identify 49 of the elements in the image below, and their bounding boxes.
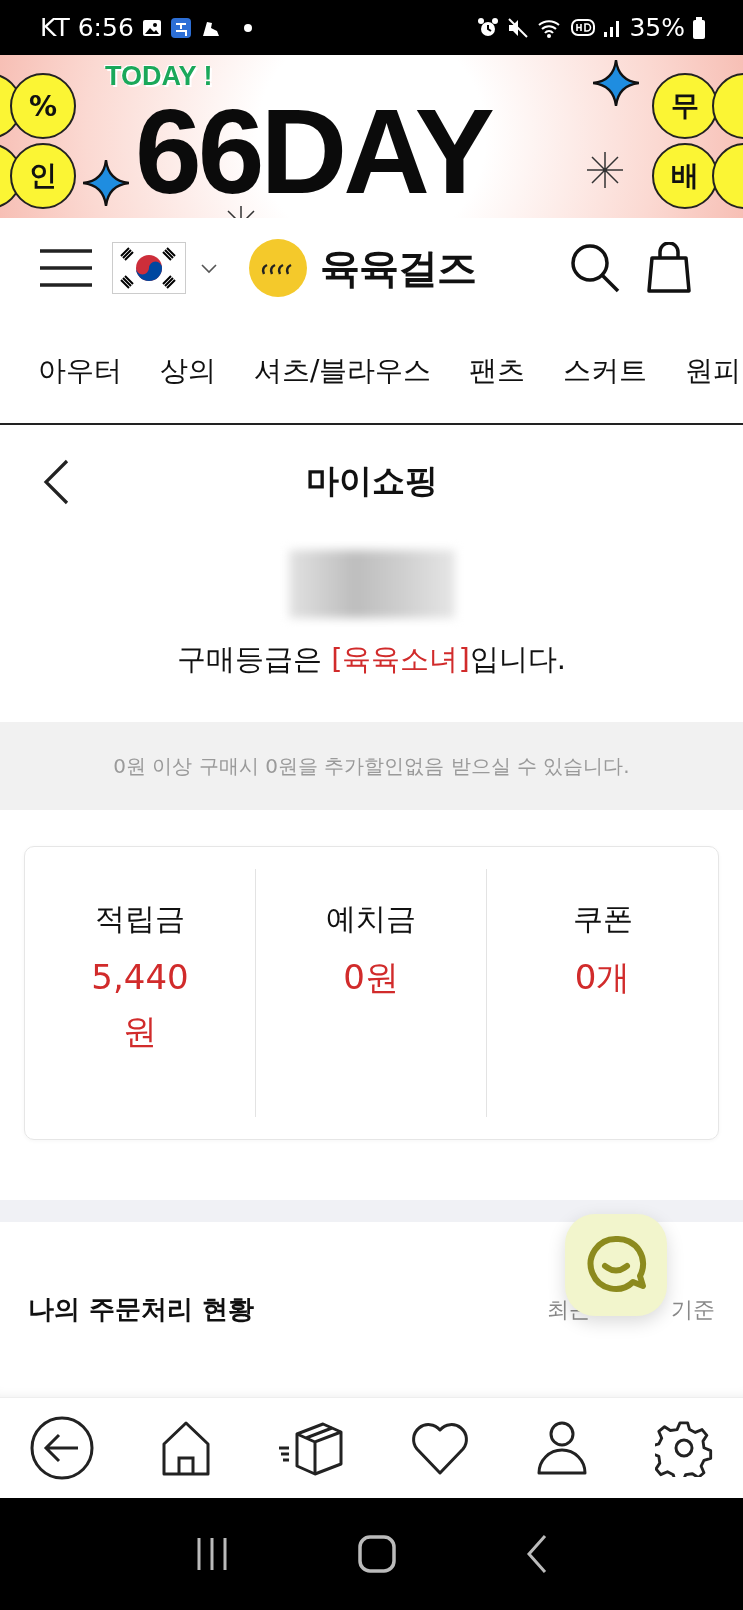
category-tab[interactable]: 아우터 — [38, 351, 122, 390]
period-caption: 기준 — [671, 1295, 715, 1324]
banner-tagline: TODAY ! — [105, 60, 213, 93]
settings-icon[interactable] — [654, 1419, 713, 1477]
promo-badge: % — [10, 73, 76, 139]
category-tab[interactable]: 스커트 — [563, 351, 648, 390]
back-icon[interactable] — [524, 1534, 549, 1574]
category-tab[interactable]: 팬츠 — [469, 351, 526, 390]
hd-icon — [571, 17, 596, 38]
home-button-icon[interactable] — [358, 1535, 397, 1573]
heart-icon[interactable] — [409, 1420, 470, 1476]
category-tab[interactable]: 상의 — [160, 351, 216, 390]
section-title: 나의 주문처리 현황 — [28, 1293, 256, 1326]
balance-value[interactable]: 5,440원 — [80, 950, 200, 1059]
balance-label: 적립금 — [95, 900, 185, 938]
sparkle-icon — [83, 160, 129, 206]
alarm-icon — [477, 16, 500, 39]
asterisk-icon — [585, 150, 625, 190]
category-tab[interactable]: 원피 — [685, 351, 742, 390]
mute-icon — [507, 16, 530, 39]
caret-icon[interactable] — [200, 262, 218, 274]
back-icon[interactable] — [42, 458, 70, 506]
person-icon[interactable] — [536, 1420, 589, 1476]
membership-grade-text: 구매등급은 [육육소녀]입니다. — [175, 641, 568, 678]
notice-text: 0원 이상 구매시 0원을 추가할인없음 받으실 수 있습니다. — [113, 752, 630, 780]
promo-banner[interactable]: % 인 무 배 TODAY ! 66DAY — [0, 55, 743, 218]
home-icon[interactable] — [160, 1420, 211, 1476]
status-time: KT 6:56 — [40, 13, 134, 42]
balance-value[interactable]: 0원 — [343, 950, 399, 1005]
balance-value[interactable]: 0개 — [574, 950, 631, 1005]
korean-flag-icon[interactable] — [112, 242, 186, 294]
search-icon[interactable] — [569, 242, 621, 294]
delivery-box-icon[interactable] — [277, 1420, 344, 1476]
battery-percent: 35% — [629, 13, 685, 42]
balance-label: 예치금 — [326, 900, 416, 938]
promo-badge: 인 — [10, 143, 76, 209]
balance-label: 쿠폰 — [572, 900, 633, 938]
page-title: 마이쇼핑 — [305, 460, 438, 502]
shopping-bag-icon[interactable] — [647, 242, 691, 294]
brand-name[interactable]: 육육걸즈 — [320, 240, 476, 296]
logo-icon[interactable] — [248, 238, 308, 298]
category-tab[interactable]: 셔츠/블라우스 — [254, 351, 432, 390]
app-icon — [169, 16, 192, 39]
notification-dot-icon — [243, 23, 252, 32]
sparkle-icon — [593, 60, 639, 106]
menu-icon[interactable] — [38, 248, 94, 288]
gallery-icon — [141, 17, 162, 38]
battery-icon — [693, 16, 705, 39]
banner-headline: 66DAY — [135, 101, 491, 201]
